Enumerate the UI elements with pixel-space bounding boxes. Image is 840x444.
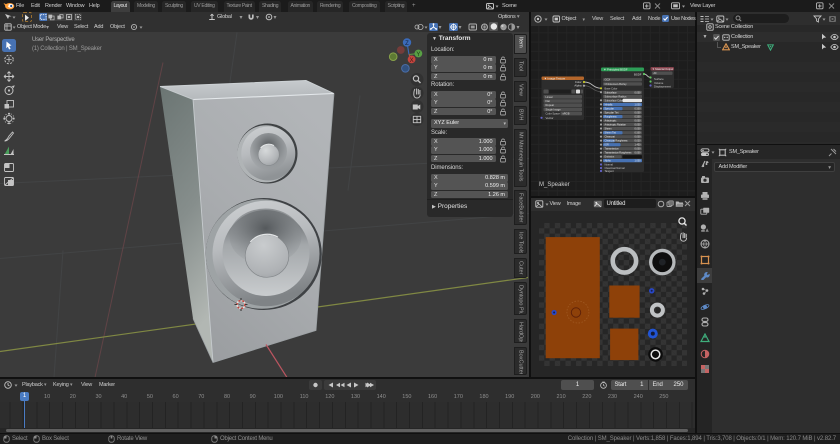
svg-text:▼ Image Texture: ▼ Image Texture [544,77,566,81]
svg-text:All: All [653,71,656,75]
svg-text:Transmission: Transmission [604,148,619,151]
svg-text:1.000: 1.000 [634,104,641,107]
svg-text:Repeat: Repeat [545,103,554,107]
svg-text:Normal: Normal [604,163,613,167]
svg-text:Subsurface Color: Subsurface Color [604,99,623,102]
svg-text:Sheen Tint: Sheen Tint [604,132,616,135]
svg-text:0.500: 0.500 [634,116,641,119]
svg-text:0.000: 0.000 [634,148,641,151]
svg-text:Alpha: Alpha [574,84,582,88]
svg-text:Base Color: Base Color [604,86,617,90]
svg-text:X: X [410,57,414,63]
svg-text:Specular Tint: Specular Tint [604,112,618,115]
svg-text:Emission: Emission [604,156,614,159]
svg-text:Anisotropic Rotation: Anisotropic Rotation [604,124,626,127]
svg-text:0.000: 0.000 [634,128,641,131]
svg-text:▼ Principled BSDF: ▼ Principled BSDF [603,68,627,72]
svg-text:1.450: 1.450 [634,144,641,147]
svg-text:Roughness: Roughness [604,116,617,119]
svg-text:Z: Z [405,41,409,47]
svg-text:0.000: 0.000 [634,152,641,155]
svg-text:▼ Material Output: ▼ Material Output [652,67,673,71]
svg-text:Single Image: Single Image [545,107,561,111]
svg-text:0.000: 0.000 [634,112,641,115]
svg-text:1.000: 1.000 [634,160,641,163]
svg-text:Sheen: Sheen [604,128,612,131]
svg-text:0.500: 0.500 [634,132,641,135]
svg-text:Clearcoat: Clearcoat [604,136,615,139]
svg-text:0.000: 0.000 [634,136,641,139]
svg-text:Alpha: Alpha [604,160,611,163]
svg-text:Christensen-Burley: Christensen-Burley [604,82,627,86]
svg-text:Vector: Vector [545,116,553,120]
svg-text:Tangent: Tangent [604,169,614,173]
svg-text:Subsurface Radius: Subsurface Radius [604,94,627,98]
svg-text:Metallic: Metallic [604,104,613,107]
svg-text:0.000: 0.000 [634,91,641,94]
svg-text:Specular: Specular [604,108,614,111]
svg-text:0.000: 0.000 [634,124,641,127]
svg-text:Anisotropic: Anisotropic [604,120,617,123]
svg-text:Transmission Roughness: Transmission Roughness [604,152,632,155]
svg-text:Subsurface: Subsurface [604,91,617,94]
svg-text:Y: Y [416,52,420,58]
svg-text:Flat: Flat [545,99,550,103]
svg-text:BSDF: BSDF [634,73,642,77]
svg-text:GGX: GGX [604,78,610,82]
svg-text:0.030: 0.030 [634,140,641,143]
svg-text:Linear: Linear [545,95,552,99]
svg-text:IOR: IOR [604,144,609,147]
svg-text:Displacement: Displacement [654,85,671,89]
svg-text:0.500: 0.500 [634,108,641,111]
svg-text:M_Speaker: M_Speaker [539,182,570,188]
svg-text:Clearcoat Roughness: Clearcoat Roughness [604,140,628,143]
svg-text:0.000: 0.000 [634,120,641,123]
svg-text:sRGB: sRGB [562,112,569,116]
